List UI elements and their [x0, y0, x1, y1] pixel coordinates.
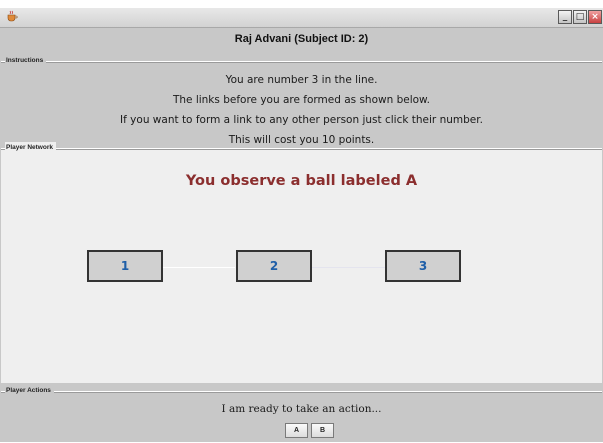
top-strip: [0, 0, 603, 8]
title-bar[interactable]: _ □ ×: [0, 8, 603, 28]
link-line: [312, 267, 385, 268]
link-line: [163, 267, 235, 268]
player-actions-title: Player Actions: [5, 385, 54, 397]
window-controls: _ □ ×: [558, 10, 602, 24]
instruction-line: If you want to form a link to any other …: [120, 114, 483, 126]
player-2-button[interactable]: 2: [236, 250, 312, 282]
maximize-icon[interactable]: □: [573, 10, 587, 24]
minimize-icon[interactable]: _: [558, 10, 572, 24]
action-a-button[interactable]: A: [285, 423, 308, 438]
subject-name: Raj Advani (Subject ID: 2): [234, 33, 369, 45]
action-b-button[interactable]: B: [311, 423, 334, 438]
instructions-panel: Instructions You are number 3 in the lin…: [1, 55, 602, 150]
player-network-panel: Player Network You observe a ball labele…: [1, 142, 602, 383]
player-3-button[interactable]: 3: [385, 250, 461, 282]
instruction-line: You are number 3 in the line.: [225, 74, 378, 86]
instruction-line: The links before you are formed as shown…: [172, 94, 431, 106]
close-icon[interactable]: ×: [588, 10, 602, 24]
observation-text: You observe a ball labeled A: [185, 173, 418, 189]
player-1-button[interactable]: 1: [87, 250, 163, 282]
player-actions-panel: Player Actions I am ready to take an act…: [1, 385, 602, 443]
java-cup-icon: [7, 10, 18, 22]
action-buttons: A B: [285, 423, 334, 438]
instruction-line: This will cost you 10 points.: [228, 134, 375, 146]
app-window: _ □ × Raj Advani (Subject ID: 2) Instruc…: [0, 0, 603, 442]
player-network-title: Player Network: [5, 142, 56, 154]
instructions-text: You are number 3 in the line. The links …: [1, 70, 602, 150]
ready-prompt: I am ready to take an action...: [221, 403, 382, 415]
instructions-title: Instructions: [5, 55, 47, 67]
